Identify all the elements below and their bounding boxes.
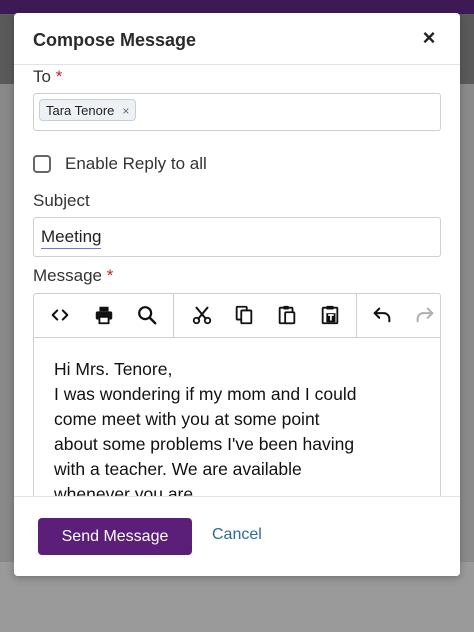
search-icon[interactable]: [134, 302, 160, 328]
message-body-textarea[interactable]: Hi Mrs. Tenore, I was wondering if my mo…: [34, 338, 440, 497]
background-page-right: [460, 84, 474, 564]
redo-icon[interactable]: [412, 302, 438, 328]
background-page-left: [0, 84, 14, 564]
recipient-chip: Tara Tenore ×: [39, 99, 137, 121]
subject-input[interactable]: Meeting: [33, 217, 441, 257]
app-top-bar: [0, 0, 474, 14]
to-label-text: To: [33, 67, 51, 86]
required-mark: *: [55, 67, 63, 86]
to-label: To *: [33, 67, 62, 87]
message-label: Message *: [33, 266, 113, 286]
dialog-footer: Send Message Cancel: [14, 496, 460, 576]
dialog-header: Compose Message ×: [14, 13, 460, 65]
to-recipients-input[interactable]: Tara Tenore ×: [33, 93, 441, 131]
message-line: come meet with you at some point: [54, 409, 320, 429]
send-message-button[interactable]: Send Message: [38, 518, 192, 555]
paste-icon[interactable]: [274, 302, 300, 328]
message-line: Hi Mrs. Tenore,: [54, 359, 173, 379]
message-line: I was wondering if my mom and I could: [54, 384, 357, 404]
close-icon[interactable]: ×: [418, 27, 440, 49]
reply-all-label[interactable]: Enable Reply to all: [65, 154, 207, 174]
toolbar-group-history: [357, 294, 440, 337]
remove-recipient-icon[interactable]: ×: [122, 104, 129, 118]
toolbar-group-clipboard: [174, 294, 357, 337]
copy-icon[interactable]: [231, 302, 257, 328]
reply-all-checkbox[interactable]: [33, 155, 51, 173]
toolbar-group-view: [34, 294, 174, 337]
required-mark: *: [106, 266, 114, 285]
cut-icon[interactable]: [189, 302, 215, 328]
dialog-body: To * Tara Tenore × Enable Reply to all Su…: [14, 65, 460, 497]
message-line: with a teacher. We are available: [54, 459, 302, 479]
message-line-last: whenever you are.: [54, 482, 420, 497]
message-label-text: Message: [33, 266, 102, 285]
editor-toolbar: [34, 294, 440, 338]
message-line: about some problems I've been having: [54, 434, 355, 454]
cancel-button[interactable]: Cancel: [212, 526, 262, 544]
subject-value: Meeting: [41, 227, 102, 249]
print-icon[interactable]: [91, 302, 117, 328]
dialog-title: Compose Message: [33, 30, 197, 50]
compose-message-dialog: Compose Message × To * Tara Tenore × Enab…: [14, 13, 460, 576]
recipient-name: Tara Tenore: [46, 103, 115, 118]
paste-text-icon[interactable]: [317, 302, 343, 328]
code-icon[interactable]: [47, 302, 73, 328]
subject-label: Subject: [33, 191, 90, 210]
undo-icon[interactable]: [369, 302, 395, 328]
message-editor: Hi Mrs. Tenore, I was wondering if my mo…: [33, 293, 441, 497]
